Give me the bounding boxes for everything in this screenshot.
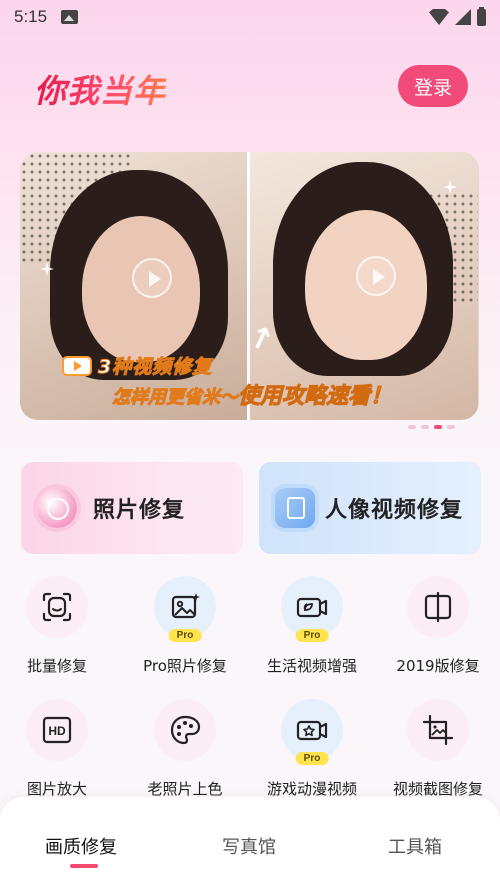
svg-text:HD: HD <box>48 724 66 738</box>
grid-icon-circle <box>26 576 88 638</box>
palette-icon <box>170 715 201 745</box>
portrait-video-repair-label: 人像视频修复 <box>325 498 464 523</box>
grid-label: 游戏动漫视频 <box>266 780 357 798</box>
gallery-icon <box>61 10 79 24</box>
grid-label: Pro照片修复 <box>143 657 227 675</box>
caption-line-2: 怎样用更省米～使用攻略速看！ <box>112 378 393 410</box>
video-star-icon <box>296 720 328 741</box>
status-bar: 5:15 <box>0 0 500 34</box>
grid-label: 批量修复 <box>26 657 87 675</box>
tab-quality-repair[interactable]: 画质修复 <box>45 833 117 859</box>
grid-icon-circle: Pro <box>281 576 343 642</box>
crop-image-icon <box>422 714 454 746</box>
pagination-dot <box>408 425 416 429</box>
grid-label: 生活视频增强 <box>266 657 357 675</box>
grid-item-video-screenshot-repair[interactable]: 视频截图修复 <box>374 699 500 799</box>
pagination-dot <box>447 425 455 429</box>
grid-label: 图片放大 <box>26 780 87 798</box>
tab-photo-studio[interactable]: 写真馆 <box>222 833 276 859</box>
portrait-video-repair-card[interactable]: 人像视频修复 <box>259 462 481 554</box>
status-icons <box>429 6 486 26</box>
battery-icon <box>477 6 486 26</box>
hd-icon: HD <box>42 716 72 744</box>
image-sparkle-icon <box>171 593 200 619</box>
grid-icon-circle <box>407 576 469 638</box>
status-time: 5:15 <box>14 7 48 26</box>
grid-label: 视频截图修复 <box>392 780 483 798</box>
bottom-tab-bar: 画质修复 写真馆 工具箱 <box>0 797 500 889</box>
banner-pagination <box>408 425 455 429</box>
active-tab-indicator <box>70 864 98 868</box>
grid-icon-circle <box>407 699 469 761</box>
app-header: 你我当年 登录 <box>0 60 500 116</box>
photo-repair-label: 照片修复 <box>93 498 186 523</box>
pro-badge: Pro <box>295 629 329 642</box>
grid-item-game-anime-video[interactable]: Pro 游戏动漫视频 <box>248 699 376 799</box>
grid-item-2019-repair[interactable]: 2019版修复 <box>374 576 500 676</box>
login-button[interactable]: 登录 <box>398 65 468 107</box>
video-play-icon <box>62 355 92 376</box>
caption-title: 3种视频修复 <box>97 356 213 379</box>
grid-label: 老照片上色 <box>147 780 223 798</box>
smiley-frame-icon <box>42 592 72 622</box>
grid-icon-circle: Pro <box>281 699 343 765</box>
wifi-icon <box>429 9 449 25</box>
app-logo: 你我当年 <box>34 66 166 112</box>
grid-item-life-video-enhance[interactable]: Pro 生活视频增强 <box>248 576 376 676</box>
grid-label: 2019版修复 <box>396 657 480 675</box>
photo-landscape-icon <box>37 488 77 528</box>
grid-item-image-upscale[interactable]: HD 图片放大 <box>0 699 121 799</box>
signal-icon <box>455 9 471 25</box>
pagination-dot-active <box>434 425 442 429</box>
grid-item-old-photo-colorize[interactable]: 老照片上色 <box>121 699 249 799</box>
grid-icon-circle: Pro <box>154 576 216 642</box>
tab-toolbox[interactable]: 工具箱 <box>388 833 442 859</box>
pro-badge: Pro <box>295 752 329 765</box>
video-leaf-icon <box>296 597 328 618</box>
split-frame-icon <box>424 591 452 623</box>
caption-subtitle-a: 怎样用更省米～ <box>112 387 239 409</box>
pagination-dot <box>421 425 429 429</box>
caption-subtitle-b: 使用攻略速看！ <box>237 384 393 410</box>
grid-icon-circle: HD <box>26 699 88 761</box>
photo-repair-card[interactable]: 照片修复 <box>21 462 243 554</box>
grid-item-batch-repair[interactable]: 批量修复 <box>0 576 121 676</box>
promo-banner[interactable]: 3种视频修复 怎样用更省米～使用攻略速看！ <box>20 152 479 420</box>
caption-line-1: 3种视频修复 <box>62 352 212 379</box>
grid-icon-circle <box>154 699 216 761</box>
video-camera-icon <box>275 488 315 528</box>
banner-caption: 3种视频修复 怎样用更省米～使用攻略速看！ <box>20 152 479 420</box>
grid-item-pro-photo-repair[interactable]: Pro Pro照片修复 <box>121 576 249 676</box>
pro-badge: Pro <box>168 629 202 642</box>
